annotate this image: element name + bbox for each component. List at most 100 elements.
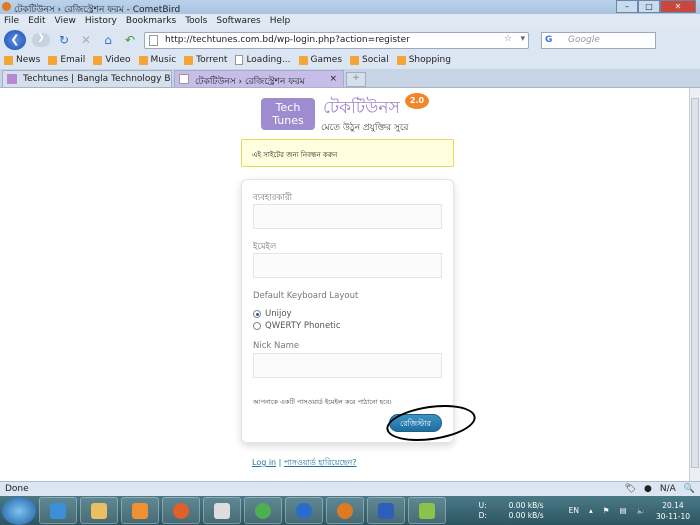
taskbar-app2[interactable] <box>244 497 282 524</box>
rss-icon <box>4 55 13 65</box>
radio-checked-icon[interactable] <box>253 310 261 318</box>
email-input[interactable] <box>253 253 442 278</box>
taskbar-avro[interactable] <box>408 497 446 524</box>
menu-edit[interactable]: Edit <box>28 16 45 27</box>
action-center-icon[interactable]: ⚑ <box>603 506 610 515</box>
logo-tagline: মেতে উঠুন প্রযুক্তির সুরে <box>321 123 409 133</box>
menu-help[interactable]: Help <box>270 16 291 27</box>
rss-icon <box>350 55 360 65</box>
menu-tools[interactable]: Tools <box>185 16 207 27</box>
menu-softwares[interactable]: Softwares <box>216 16 260 27</box>
system-tray: U: 0.00 kB/s D: 0.00 kB/s EN ▴ ⚑ ▤ 🔈 20.14… <box>479 500 700 522</box>
google-icon[interactable]: G <box>545 35 552 45</box>
search-input[interactable]: G Google <box>541 31 656 49</box>
taskbar-cometbird[interactable] <box>326 497 364 524</box>
download-icon <box>296 502 312 519</box>
bookmark-email[interactable]: Email <box>48 55 85 65</box>
nick-name-input[interactable] <box>253 353 442 378</box>
url-text: http://techtunes.com.bd/wp-login.php?act… <box>165 34 410 45</box>
folder-icon <box>91 502 107 519</box>
rss-icon <box>138 55 148 65</box>
taskbar-firefox[interactable] <box>162 497 200 524</box>
navigation-toolbar: ❮ ❯ ↻ ✕ ⌂ ↶ http://techtunes.com.bd/wp-l… <box>0 29 700 51</box>
url-bar[interactable]: http://techtunes.com.bd/wp-login.php?act… <box>144 31 529 49</box>
app-icon <box>2 2 11 11</box>
bookmark-torrent[interactable]: Torrent <box>184 55 227 65</box>
techtunes-logo[interactable]: Tech Tunes টেকটিউনস মেতে উঠুন প্রযুক্তির… <box>261 93 441 135</box>
page-content: Tech Tunes টেকটিউনস মেতে উঠুন প্রযুক্তির… <box>0 88 689 481</box>
nick-name-label: Nick Name <box>253 341 300 351</box>
taskbar-word[interactable] <box>367 497 405 524</box>
app-icon <box>214 502 230 519</box>
username-input[interactable] <box>253 204 442 229</box>
clock[interactable]: 20.14 30-11-10 <box>656 500 690 522</box>
status-text: Done <box>5 484 29 494</box>
username-label: ব্যবহারকারী <box>253 193 293 203</box>
tab-label: টেকটিউনস › রেজিস্ট্রেশন ফরম <box>195 77 305 87</box>
network-icon[interactable]: ● <box>644 484 652 494</box>
status-bar: Done 🏷 ● N/A 🔍 <box>0 481 700 496</box>
cometbird-icon <box>337 502 353 519</box>
bookmark-social[interactable]: Social <box>350 55 389 65</box>
rss-icon <box>396 55 406 65</box>
bookmark-video[interactable]: Video <box>93 55 131 65</box>
language-indicator[interactable]: EN <box>569 506 579 515</box>
radio-unchecked-icon[interactable] <box>253 322 261 330</box>
download-speed: 0.00 kB/s <box>508 510 544 520</box>
bookmarks-toolbar: News Email Video Music Torrent Loading..… <box>0 51 700 69</box>
menu-history[interactable]: History <box>85 16 117 27</box>
page-icon <box>149 34 158 46</box>
home-icon[interactable]: ⌂ <box>100 33 116 47</box>
volume-icon[interactable]: 🔈 <box>637 506 646 515</box>
bookmark-games[interactable]: Games <box>298 55 342 65</box>
chevron-down-icon[interactable]: ▾ <box>520 34 525 44</box>
menu-bookmarks[interactable]: Bookmarks <box>126 16 176 27</box>
close-button[interactable]: ✕ <box>660 0 696 13</box>
network-speed: U: 0.00 kB/s D: 0.00 kB/s <box>479 501 559 521</box>
translate-icon[interactable]: 🔍 <box>684 484 695 494</box>
taskbar-media[interactable] <box>121 497 159 524</box>
bookmark-news[interactable]: News <box>4 55 40 65</box>
bookmark-music[interactable]: Music <box>138 55 176 65</box>
footer-links: Log in | পাসওয়ার্ড হারিয়েছেন? <box>252 457 357 470</box>
page-icon <box>179 74 189 84</box>
taskbar-app[interactable] <box>203 497 241 524</box>
forward-button[interactable]: ❯ <box>32 33 50 47</box>
download-label: D: <box>478 510 487 520</box>
login-link[interactable]: Log in <box>252 458 276 467</box>
rss-icon <box>93 55 103 65</box>
logo-box: Tech Tunes <box>261 98 315 130</box>
maximize-button[interactable]: □ <box>638 0 660 13</box>
taskbar-ie[interactable] <box>39 497 77 524</box>
undo-close-icon[interactable]: ↶ <box>122 33 138 47</box>
tab-techtunes[interactable]: Techtunes | Bangla Technology Bloggi... <box>2 70 172 87</box>
status-na: N/A <box>659 484 676 494</box>
network-tray-icon[interactable]: ▤ <box>620 506 627 515</box>
rss-icon <box>298 55 308 65</box>
taskbar-explorer[interactable] <box>80 497 118 524</box>
menu-view[interactable]: View <box>55 16 76 27</box>
bookmark-star-icon[interactable]: ☆ <box>504 34 512 44</box>
start-button[interactable] <box>2 496 36 525</box>
tab-registration[interactable]: টেকটিউনস › রেজিস্ট্রেশন ফরম × <box>174 70 344 87</box>
back-button[interactable]: ❮ <box>4 30 26 50</box>
stop-icon[interactable]: ✕ <box>78 33 94 47</box>
scrollbar-thumb[interactable] <box>691 98 699 468</box>
vertical-scrollbar[interactable] <box>689 88 700 481</box>
bookmark-shopping[interactable]: Shopping <box>396 55 451 65</box>
minimize-button[interactable]: – <box>616 0 638 13</box>
menu-file[interactable]: File <box>4 16 19 27</box>
radio-unijoy[interactable]: Unijoy <box>253 309 292 319</box>
reload-icon[interactable]: ↻ <box>56 33 72 47</box>
close-tab-icon[interactable]: × <box>329 74 337 84</box>
bookmark-label: Email <box>60 55 86 65</box>
radio-qwerty-phonetic[interactable]: QWERTY Phonetic <box>253 321 341 331</box>
lost-password-link[interactable]: পাসওয়ার্ড হারিয়েছেন? <box>284 458 357 467</box>
media-icon <box>132 502 148 519</box>
register-form: ব্যবহারকারী ইমেইল Default Keyboard Layou… <box>241 179 454 443</box>
bookmark-loading[interactable]: Loading... <box>235 55 291 65</box>
show-hidden-icons[interactable]: ▴ <box>589 506 593 515</box>
new-tab-button[interactable]: + <box>346 72 366 87</box>
taskbar-download[interactable] <box>285 497 323 524</box>
tag-icon[interactable]: 🏷 <box>625 484 636 494</box>
